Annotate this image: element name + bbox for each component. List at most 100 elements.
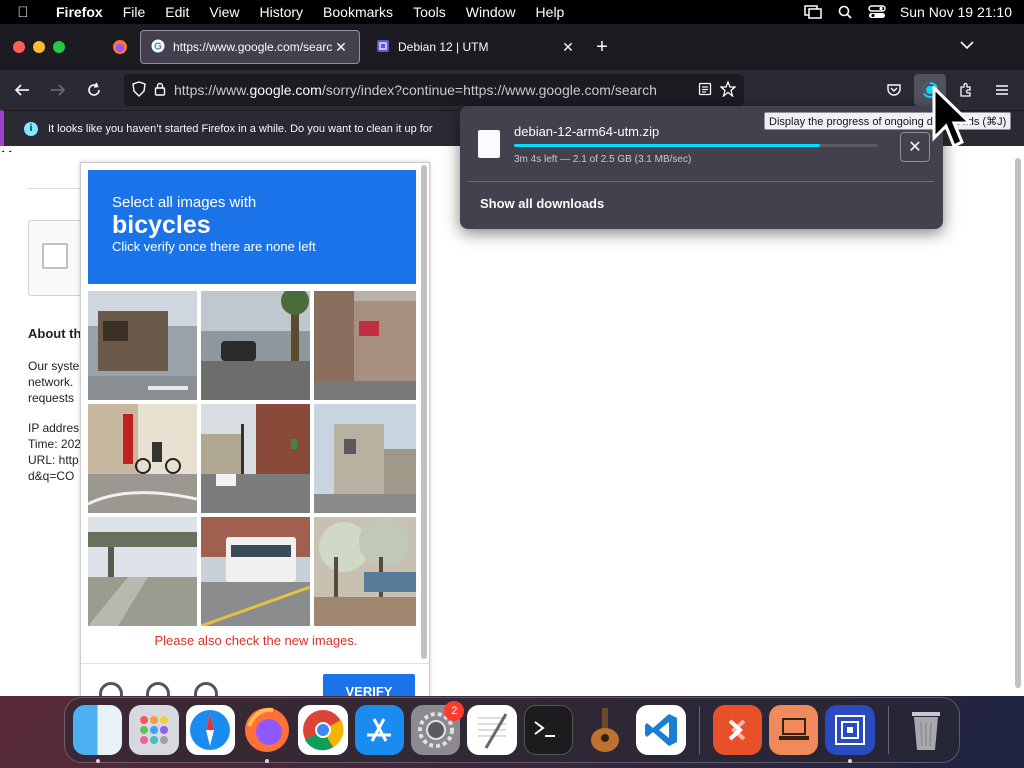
image-tile[interactable] — [201, 404, 310, 513]
apple-menu-icon[interactable]:  — [0, 4, 46, 21]
menu-tools[interactable]: Tools — [403, 4, 456, 20]
challenge-instruction: Select all images with — [112, 194, 257, 211]
tab-google-search[interactable]: G https://www.google.com/search ✕ — [140, 30, 360, 64]
utm-icon — [376, 39, 390, 56]
image-tile[interactable] — [201, 517, 310, 626]
app-store-icon[interactable] — [354, 705, 404, 755]
download-filename[interactable]: debian-12-arm64-utm.zip — [514, 124, 659, 139]
tab-bar: G https://www.google.com/search ✕ Debian… — [0, 24, 1024, 70]
challenge-header: Select all images with bicycles Click ve… — [88, 170, 416, 284]
challenge-target: bicycles — [112, 211, 211, 239]
screen-mirroring-icon[interactable] — [804, 5, 822, 19]
navigation-toolbar: https://www.google.com/sorry/index?conti… — [0, 70, 1024, 110]
pocket-icon[interactable] — [878, 74, 910, 106]
google-icon: G — [151, 39, 165, 56]
image-tile[interactable] — [201, 291, 310, 400]
reload-challenge-icon[interactable] — [99, 682, 123, 696]
bookmark-star-icon[interactable] — [719, 79, 737, 100]
show-all-downloads-button[interactable]: Show all downloads — [480, 196, 604, 211]
page-scrollbar[interactable] — [1015, 158, 1021, 688]
audio-challenge-icon[interactable] — [146, 682, 170, 696]
system-settings-icon[interactable]: 2 — [410, 701, 465, 755]
menubar-clock[interactable]: Sun Nov 19 21:10 — [900, 4, 1012, 20]
trash-icon[interactable] — [902, 705, 951, 755]
menu-app-name[interactable]: Firefox — [46, 4, 113, 20]
running-indicator — [96, 759, 100, 763]
launchpad-icon[interactable] — [129, 705, 179, 755]
about-heading: About th — [28, 326, 82, 341]
close-window-button[interactable] — [13, 41, 25, 53]
tab-close-icon[interactable]: ✕ — [560, 39, 576, 56]
download-progress-fill — [514, 144, 820, 147]
vscode-icon[interactable] — [636, 705, 686, 755]
dock-separator — [698, 706, 700, 754]
challenge-subtext: Click verify once there are none left — [112, 239, 316, 254]
new-tab-button[interactable]: + — [586, 36, 618, 59]
info-icon: i — [24, 121, 38, 136]
url-prefix: https://www. — [174, 82, 250, 98]
cancel-download-button[interactable]: ✕ — [900, 132, 930, 162]
terminal-icon[interactable] — [523, 705, 573, 755]
download-status: 3m 4s left — 2.1 of 2.5 GB (3.1 MB/sec) — [514, 154, 692, 165]
remote-desktop-icon[interactable] — [712, 705, 762, 755]
firefox-icon[interactable] — [242, 705, 291, 763]
recaptcha-checkbox[interactable] — [42, 243, 68, 269]
firefox-view-icon[interactable] — [100, 39, 140, 55]
notification-badge: 2 — [444, 701, 465, 721]
chrome-icon[interactable] — [298, 705, 348, 755]
verify-button[interactable]: VERIFY — [323, 674, 415, 696]
spotlight-search-icon[interactable] — [836, 5, 854, 19]
challenge-error-message: Please also check the new images. — [154, 633, 358, 648]
minimize-window-button[interactable] — [33, 41, 45, 53]
finder-icon[interactable] — [73, 705, 123, 763]
panel-separator — [468, 181, 934, 182]
laptop-app-icon[interactable] — [768, 705, 819, 755]
running-indicator — [264, 759, 269, 763]
utm-app-icon[interactable] — [825, 705, 875, 763]
tab-title: Debian 12 | UTM — [398, 40, 489, 54]
zip-file-icon — [478, 130, 500, 158]
text-line: Our syste — [28, 359, 80, 373]
image-tile[interactable] — [88, 291, 197, 400]
firefox-window: G https://www.google.com/search ✕ Debian… — [0, 24, 1024, 696]
safari-icon[interactable] — [185, 705, 235, 755]
menu-window[interactable]: Window — [456, 4, 526, 20]
image-tile[interactable] — [314, 517, 416, 626]
window-controls — [0, 41, 100, 53]
reader-view-icon[interactable] — [698, 82, 712, 99]
running-indicator — [848, 759, 853, 763]
reload-button[interactable] — [78, 74, 110, 106]
menu-file[interactable]: File — [113, 4, 156, 20]
menu-edit[interactable]: Edit — [155, 4, 199, 20]
challenge-scrollbar[interactable] — [421, 165, 427, 659]
recaptcha-challenge: Select all images with bicycles Click ve… — [80, 162, 430, 696]
text-line: d&q=CO — [28, 469, 75, 483]
url-path: /sorry/index?continue=https://www.google… — [321, 82, 657, 98]
back-button[interactable] — [6, 74, 38, 106]
image-tile[interactable] — [314, 291, 416, 400]
menu-bookmarks[interactable]: Bookmarks — [313, 4, 403, 20]
tracking-protection-shield-icon[interactable] — [132, 80, 146, 100]
menu-bar:  Firefox File Edit View History Bookmar… — [0, 0, 1024, 24]
recaptcha-checkbox-widget — [28, 220, 88, 296]
forward-button[interactable] — [42, 74, 74, 106]
tab-close-icon[interactable]: ✕ — [333, 39, 349, 56]
tab-debian-utm[interactable]: Debian 12 | UTM ✕ — [366, 30, 586, 64]
image-tile[interactable] — [88, 517, 197, 626]
url-text[interactable]: https://www.google.com/sorry/index?conti… — [174, 82, 690, 98]
lock-icon[interactable] — [154, 82, 166, 99]
url-bar[interactable]: https://www.google.com/sorry/index?conti… — [124, 74, 744, 106]
menu-help[interactable]: Help — [526, 4, 575, 20]
zoom-window-button[interactable] — [53, 41, 65, 53]
image-tile[interactable] — [88, 404, 197, 513]
menu-view[interactable]: View — [199, 4, 249, 20]
help-info-icon[interactable] — [194, 682, 218, 696]
tab-title: https://www.google.com/search — [173, 40, 333, 54]
control-center-icon[interactable] — [868, 5, 886, 19]
image-tile[interactable] — [314, 404, 416, 513]
garageband-icon[interactable] — [580, 705, 629, 755]
menu-history[interactable]: History — [249, 4, 313, 20]
app-menu-hamburger-icon[interactable] — [986, 74, 1018, 106]
textedit-icon[interactable] — [467, 705, 517, 755]
list-all-tabs-chevron-icon[interactable] — [960, 37, 974, 53]
